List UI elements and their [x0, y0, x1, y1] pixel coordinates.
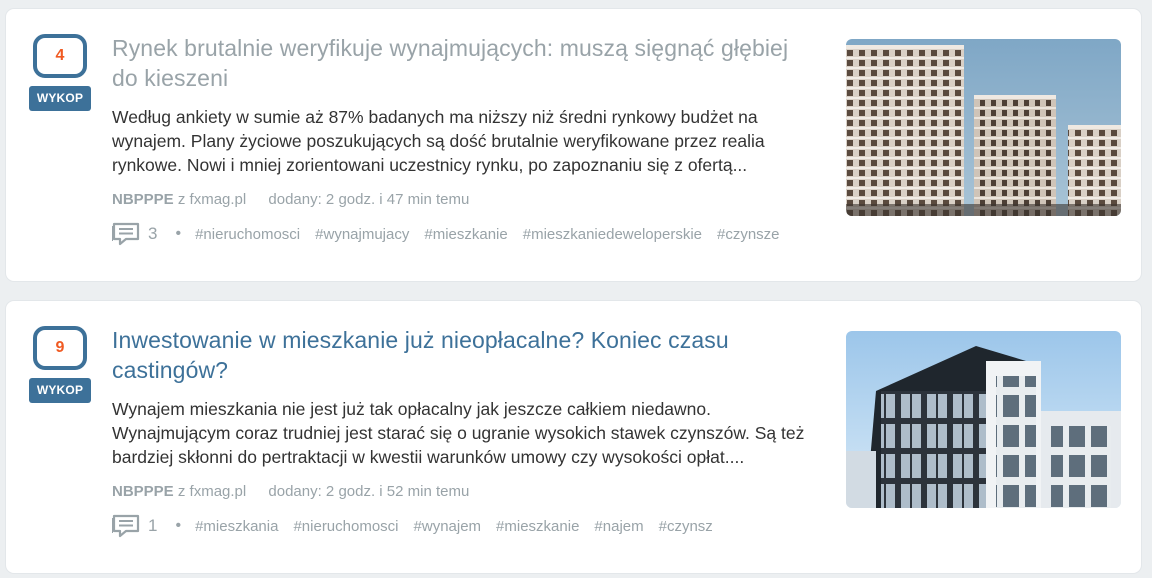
link-content: Inwestowanie w mieszkanie już nieopłacal…: [112, 325, 820, 538]
modern-building-image: [846, 331, 1121, 508]
link-card: 4 WYKOP Rynek brutalnie weryfikuje wynaj…: [6, 9, 1141, 281]
tag-link[interactable]: #czynsz: [659, 518, 713, 535]
tag-link[interactable]: #mieszkania: [195, 518, 278, 535]
link-title[interactable]: Rynek brutalnie weryfikuje wynajmujących…: [112, 33, 820, 93]
link-thumbnail[interactable]: [846, 331, 1121, 508]
link-title[interactable]: Inwestowanie w mieszkanie już nieopłacal…: [112, 325, 820, 385]
apartment-buildings-image: [846, 39, 1121, 216]
tag-link[interactable]: #wynajem: [414, 518, 482, 535]
tag-link[interactable]: #mieszkanie: [424, 226, 507, 243]
separator-dot: •: [175, 517, 182, 534]
link-excerpt: Według ankiety w sumie aż 87% badanych m…: [112, 107, 765, 175]
vote-count: 9: [33, 326, 87, 370]
link-meta: NBPPPE z fxmag.pl dodany: 2 godz. i 52 m…: [112, 483, 820, 500]
separator-dot: •: [175, 225, 182, 242]
link-meta: NBPPPE z fxmag.pl dodany: 2 godz. i 47 m…: [112, 191, 820, 208]
author-link[interactable]: NBPPPE: [112, 191, 174, 208]
vote-count: 4: [33, 34, 87, 78]
tag-link[interactable]: #nieruchomosci: [195, 226, 300, 243]
link-thumbnail[interactable]: [846, 39, 1121, 216]
comment-bubble-icon: [112, 222, 140, 246]
wykop-button[interactable]: WYKOP: [29, 86, 91, 111]
added-date: dodany: 2 godz. i 47 min temu: [268, 191, 470, 208]
comments-button[interactable]: 1: [112, 514, 157, 538]
link-content: Rynek brutalnie weryfikuje wynajmujących…: [112, 33, 820, 246]
link-excerpt: Wynajem mieszkania nie jest już tak opła…: [112, 399, 805, 467]
tag-link[interactable]: #czynsze: [717, 226, 780, 243]
comment-bubble-icon: [112, 514, 140, 538]
author-link[interactable]: NBPPPE: [112, 483, 174, 500]
link-card: 9 WYKOP Inwestowanie w mieszkanie już ni…: [6, 301, 1141, 573]
wykop-button[interactable]: WYKOP: [29, 378, 91, 403]
vote-box: 4 WYKOP: [29, 34, 91, 111]
source-domain[interactable]: z fxmag.pl: [178, 483, 246, 500]
source-domain[interactable]: z fxmag.pl: [178, 191, 246, 208]
tag-link[interactable]: #wynajmujacy: [315, 226, 409, 243]
tag-link[interactable]: #najem: [594, 518, 643, 535]
added-date: dodany: 2 godz. i 52 min temu: [268, 483, 470, 500]
tag-link[interactable]: #nieruchomosci: [293, 518, 398, 535]
link-footer: 3 • #nieruchomosci #wynajmujacy #mieszka…: [112, 222, 820, 246]
comments-count: 1: [148, 516, 158, 535]
link-footer: 1 • #mieszkania #nieruchomosci #wynajem …: [112, 514, 820, 538]
vote-box: 9 WYKOP: [29, 326, 91, 403]
comments-count: 3: [148, 224, 158, 243]
comments-button[interactable]: 3: [112, 222, 157, 246]
tag-link[interactable]: #mieszkanie: [496, 518, 579, 535]
tag-link[interactable]: #mieszkaniedeweloperskie: [523, 226, 702, 243]
